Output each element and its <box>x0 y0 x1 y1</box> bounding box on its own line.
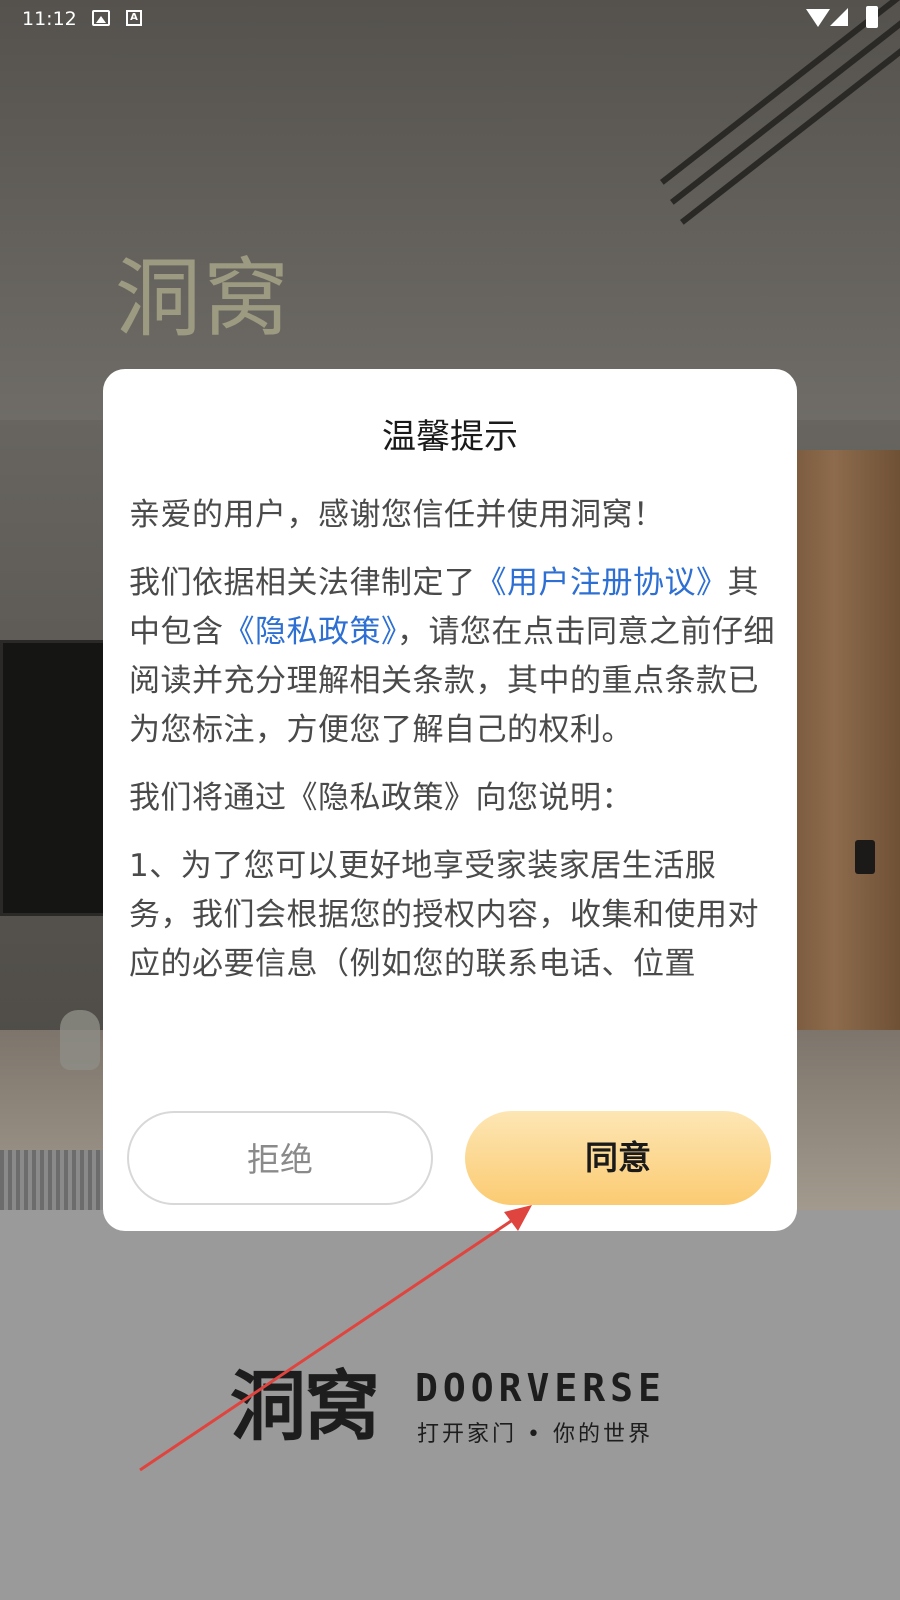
brand-name-cn: 洞窝 <box>230 1362 380 1451</box>
privacy-item-1: 1、为了您可以更好地享受家装家居生活服务，我们会根据您的授权内容，收集和使用对应… <box>129 848 759 982</box>
agreement-text-a: 我们依据相关法律制定了 <box>129 565 476 601</box>
hero-title: 洞窝 <box>115 249 291 349</box>
status-bar: 11:12 A <box>0 0 900 38</box>
privacy-dialog: 温馨提示 亲爱的用户，感谢您信任并使用洞窝！ 我们依据相关法律制定了《用户注册协… <box>103 369 797 1231</box>
brand-logo: 洞窝 DOORVERSE 打开家门 • 你的世界 <box>230 1362 670 1452</box>
rug <box>0 1150 110 1210</box>
privacy-policy-link[interactable]: 《隐私政策》 <box>224 614 398 650</box>
reject-button[interactable]: 拒绝 <box>127 1111 433 1205</box>
vase <box>60 1010 100 1070</box>
agreement-paragraph: 我们依据相关法律制定了《用户注册协议》其中包含《隐私政策》，请您在点击同意之前仔… <box>129 559 779 755</box>
image-icon <box>92 10 110 26</box>
wifi-icon <box>806 9 830 27</box>
a-icon: A <box>126 10 142 26</box>
brand-slogan: 打开家门 • 你的世界 <box>417 1422 653 1447</box>
battery-icon <box>866 6 878 28</box>
dialog-content[interactable]: 亲爱的用户，感谢您信任并使用洞窝！ 我们依据相关法律制定了《用户注册协议》其中包… <box>129 491 779 1079</box>
brand-name-en: DOORVERSE <box>415 1366 666 1410</box>
signal-icon <box>830 8 848 26</box>
dialog-title: 温馨提示 <box>382 417 518 457</box>
agree-button[interactable]: 同意 <box>465 1111 771 1205</box>
status-time: 11:12 <box>22 8 77 30</box>
user-agreement-link[interactable]: 《用户注册协议》 <box>476 565 728 601</box>
privacy-intro-text: 我们将通过《隐私政策》向您说明： <box>129 780 633 816</box>
door-handle <box>855 840 875 874</box>
ceiling <box>0 0 900 420</box>
greeting-text: 亲爱的用户，感谢您信任并使用洞窝！ <box>129 497 665 533</box>
